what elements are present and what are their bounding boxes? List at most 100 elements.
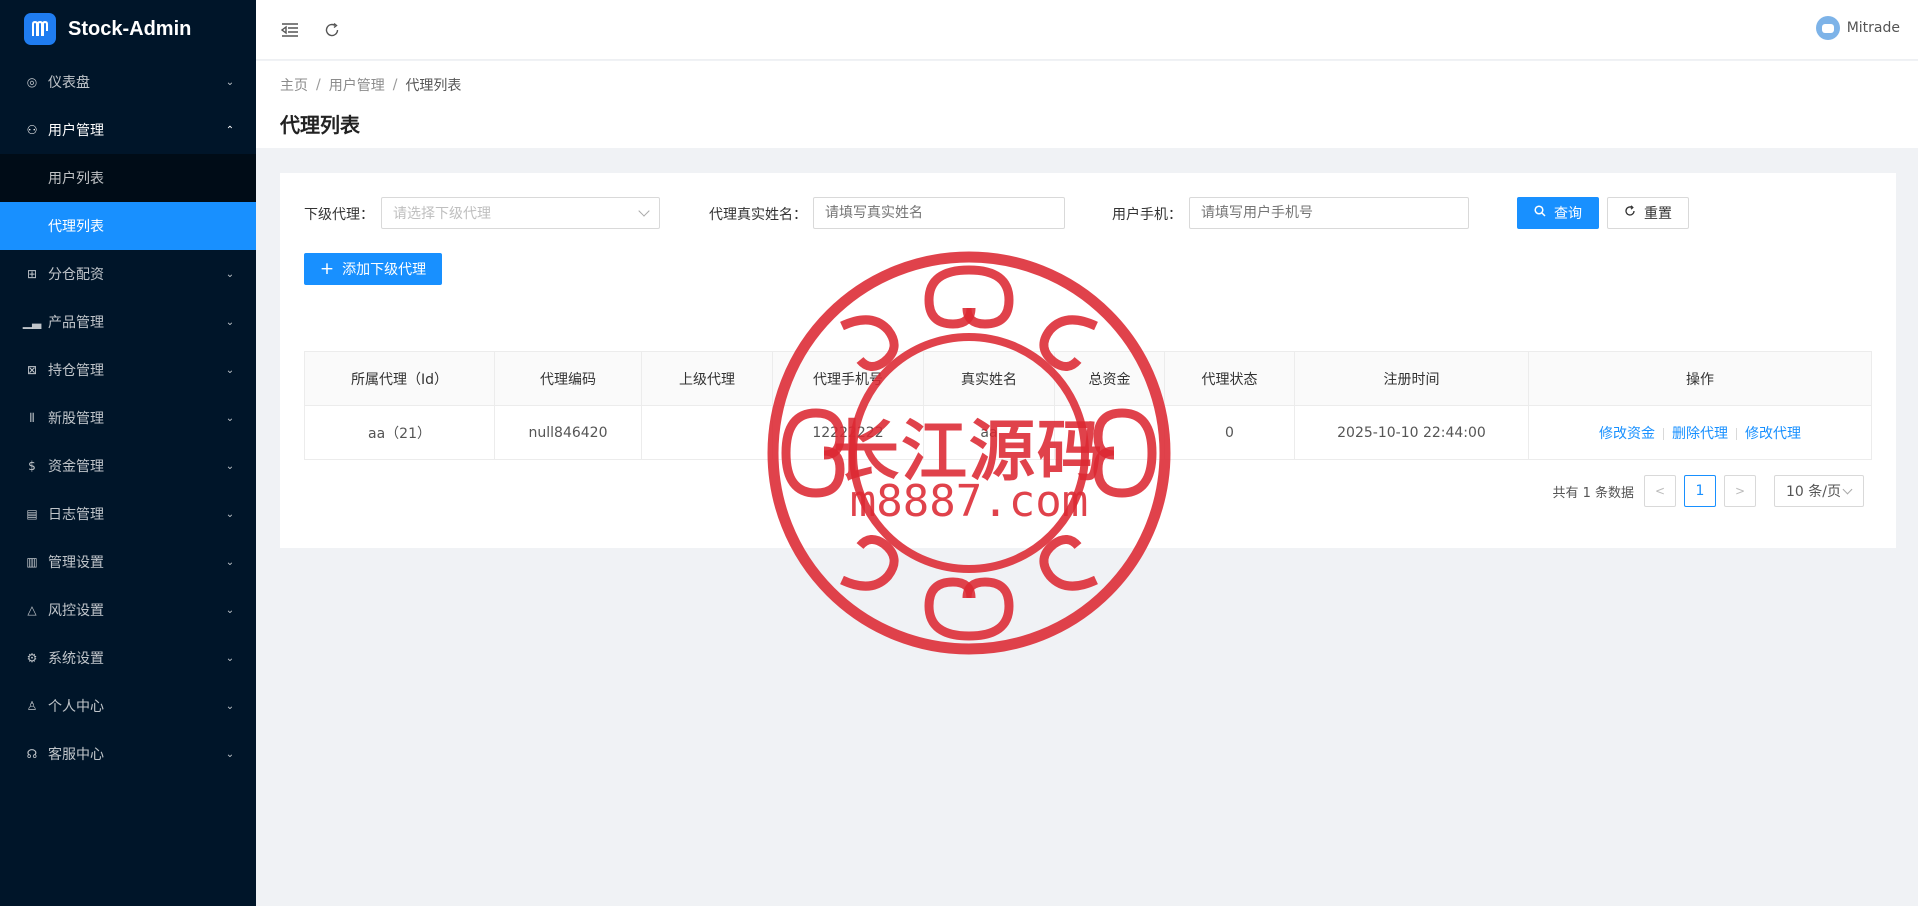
sub-agent-select[interactable]: 请选择下级代理 [381,197,660,229]
sidebar-item-agent-list[interactable]: 代理列表 [0,202,256,250]
reset-button[interactable]: 重置 [1607,197,1689,229]
breadcrumb-user-management[interactable]: 用户管理 [329,75,385,95]
chevron-down-icon [638,205,650,217]
sidebar-item-user-list[interactable]: 用户列表 [0,154,256,202]
sidebar-item-user-management[interactable]: ⚇ 用户管理 ⌃ [0,106,256,154]
column-header: 真实姓名 [923,351,1055,406]
sub-agent-placeholder: 请选择下级代理 [393,206,491,222]
query-button[interactable]: 查询 [1517,197,1599,229]
username: Mitrade [1846,20,1900,36]
sidebar-item-logs[interactable]: ▤ 日志管理 ⌄ [0,490,256,538]
page-size-select[interactable]: 10 条/页 [1774,475,1864,507]
sidebar-item-personal-center[interactable]: ♙ 个人中心 ⌄ [0,682,256,730]
sidebar-item-sub-warehouse[interactable]: ⊞ 分仓配资 ⌄ [0,250,256,298]
settings-panel-icon: ▥ [26,555,38,569]
sidebar-item-label: 个人中心 [48,699,104,715]
content-card: 下级代理： 请选择下级代理 代理真实姓名： 用户手机： 查询 重置 + 添加下级… [280,173,1896,548]
chevron-left-icon: < [1654,484,1666,498]
table-header-row: 所属代理（Id） 代理编码 上级代理 代理手机号 真实姓名 总资金 代理状态 注… [304,351,1872,406]
column-header: 代理编码 [494,351,642,406]
column-header: 操作 [1528,351,1872,406]
sidebar-item-risk-settings[interactable]: △ 风控设置 ⌄ [0,586,256,634]
sidebar-item-funds[interactable]: $ 资金管理 ⌄ [0,442,256,490]
cell-name: aa [923,405,1055,460]
sidebar-item-label: 日志管理 [48,507,104,523]
refresh-icon[interactable] [320,18,344,42]
breadcrumb-home[interactable]: 主页 [280,75,308,95]
sidebar-item-system-settings[interactable]: ⚙ 系统设置 ⌄ [0,634,256,682]
chevron-right-icon: > [1734,484,1746,498]
sidebar-item-products[interactable]: ▁▃ 产品管理 ⌄ [0,298,256,346]
column-header: 上级代理 [641,351,773,406]
chevron-down-icon [1842,484,1853,495]
chevron-down-icon: ⌄ [225,412,235,424]
sidebar-item-label: 分仓配资 [48,267,104,283]
delete-agent-link[interactable]: 删除代理 [1672,426,1728,442]
log-icon: ▤ [26,507,38,521]
prev-page-button[interactable]: < [1644,475,1676,507]
phone-input[interactable] [1189,197,1469,229]
user-menu[interactable]: Mitrade [1815,16,1900,40]
real-name-input[interactable] [813,197,1065,229]
column-header: 代理手机号 [772,351,924,406]
position-icon: ⊠ [26,363,38,377]
column-header: 所属代理（Id） [304,351,495,406]
avatar [1815,16,1840,40]
cell-reg-time: 2025-10-10 22:44:00 [1294,405,1529,460]
page-size-value: 10 条/页 [1786,484,1841,500]
sidebar-item-label: 系统设置 [48,651,104,667]
table-row: aa（21） null846420 12222222 aa 0 2025-10-… [304,405,1872,460]
sidebar-item-label: 持仓管理 [48,363,104,379]
chevron-up-icon: ⌃ [225,124,235,136]
cell-code: null846420 [494,405,642,460]
gear-icon: ⚙ [26,651,38,665]
sidebar-item-label: 风控设置 [48,603,104,619]
filter-form: 下级代理： 请选择下级代理 代理真实姓名： 用户手机： 查询 重置 [304,197,1874,229]
sidebar-item-customer-service[interactable]: ☊ 客服中心 ⌄ [0,730,256,778]
sidebar-item-positions[interactable]: ⊠ 持仓管理 ⌄ [0,346,256,394]
divider [1663,427,1664,440]
logo-icon [24,13,56,45]
plus-icon: + [319,259,335,279]
chevron-down-icon: ⌄ [225,748,235,760]
sidebar-menu: ◎ 仪表盘 ⌄ ⚇ 用户管理 ⌃ 用户列表 代理列表 ⊞ 分仓配资 ⌄ ▁▃ 产… [0,58,256,778]
sidebar-item-dashboard[interactable]: ◎ 仪表盘 ⌄ [0,58,256,106]
column-header: 代理状态 [1164,351,1295,406]
sidebar-item-admin-settings[interactable]: ▥ 管理设置 ⌄ [0,538,256,586]
add-sub-agent-label: 添加下级代理 [342,262,427,278]
phone-label: 用户手机： [1112,207,1182,223]
search-icon [1534,205,1546,221]
pagination: 共有 1 条数据 < 1 > 10 条/页 [1552,475,1864,507]
agent-table: 所属代理（Id） 代理编码 上级代理 代理手机号 真实姓名 总资金 代理状态 注… [304,351,1872,460]
add-sub-agent-button[interactable]: + 添加下级代理 [304,253,442,285]
sidebar-item-label: 用户管理 [48,123,104,139]
logo[interactable]: Stock-Admin [0,0,256,58]
top-header: Mitrade [256,0,1918,60]
edit-funds-link[interactable]: 修改资金 [1599,426,1655,442]
user-manage-icon: ⚇ [26,123,38,137]
sidebar-item-label: 仪表盘 [48,75,90,91]
chevron-down-icon: ⌄ [225,700,235,712]
column-header: 注册时间 [1294,351,1529,406]
warning-icon: △ [27,603,37,617]
chevron-down-icon: ⌄ [225,652,235,664]
cell-total [1054,405,1165,460]
page-number-button[interactable]: 1 [1684,475,1716,507]
money-icon: $ [28,459,36,473]
edit-agent-link[interactable]: 修改代理 [1745,426,1801,442]
sidebar-item-new-stock[interactable]: ⦀ 新股管理 ⌄ [0,394,256,442]
query-button-label: 查询 [1554,206,1582,222]
sidebar: Stock-Admin ◎ 仪表盘 ⌄ ⚇ 用户管理 ⌃ 用户列表 代理列表 ⊞… [0,0,256,906]
menu-fold-icon[interactable] [278,18,302,42]
chevron-down-icon: ⌄ [225,508,235,520]
breadcrumb-separator: / [316,77,321,93]
sidebar-item-label: 新股管理 [48,411,104,427]
new-stock-icon: ⦀ [29,410,35,425]
person-icon: ♙ [26,699,38,713]
next-page-button[interactable]: > [1724,475,1756,507]
cell-status: 0 [1164,405,1295,460]
cell-owner: aa（21） [304,405,495,460]
page-header: 主页 / 用户管理 / 代理列表 代理列表 [256,61,1918,148]
sidebar-item-label: 产品管理 [48,315,104,331]
reload-icon [1624,205,1636,221]
